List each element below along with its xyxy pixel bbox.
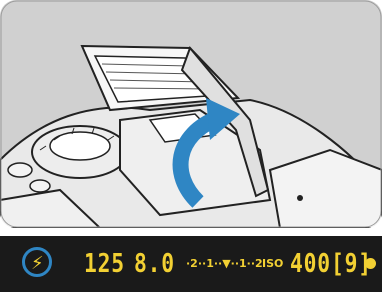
shutter-speed: 125	[84, 249, 125, 279]
iso-value: 400	[290, 249, 331, 279]
camera-illustration	[0, 0, 382, 228]
flash-ready-icon: ⚡	[31, 253, 44, 274]
focus-confirmation-indicator	[365, 258, 376, 269]
viewfinder-info: ⚡ 125 8.0 ·2··1··▼··1··2 ISO 400 [9]	[0, 236, 382, 292]
aperture: 8.0	[134, 249, 175, 279]
camera-drawing	[0, 0, 382, 228]
iso-label: ISO	[262, 257, 284, 270]
exposure-level-scale: ·2··1··▼··1··2	[186, 257, 263, 270]
